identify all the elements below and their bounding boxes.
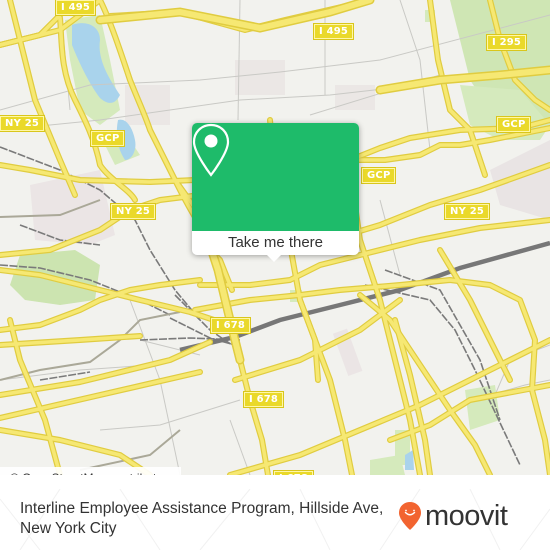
moovit-wordmark: moovit: [425, 500, 508, 532]
urban-area: [235, 60, 285, 95]
road-shield-gcp: GCP: [89, 130, 126, 147]
road-shield-gcp: GCP: [495, 116, 532, 133]
map-canvas[interactable]: I 495 I 495 I 295 NY 25 GCP GCP GCP NY 2…: [0, 0, 550, 475]
road-label: GCP: [367, 170, 391, 181]
road-label: NY 25: [116, 206, 151, 217]
road-label: I 495: [61, 2, 91, 13]
park: [465, 385, 500, 430]
road-label: I 295: [492, 37, 522, 48]
road-shield-ny25: NY 25: [109, 203, 157, 220]
moovit-pin-icon: [399, 502, 421, 530]
road-label: NY 25: [450, 206, 485, 217]
road-label: I 678: [279, 473, 308, 475]
urban-area: [490, 140, 550, 220]
location-popup: Take me there: [192, 123, 359, 262]
road-shield-i678: I 678: [209, 317, 252, 334]
road-shield-i295: I 295: [485, 34, 528, 51]
road-label: I 678: [249, 394, 279, 405]
road-shield-ny25: NY 25: [443, 203, 491, 220]
location-pin-icon: [192, 123, 230, 177]
place-name: Interline Employee Assistance Program, H…: [20, 500, 384, 537]
urban-area: [335, 85, 375, 110]
road-shield-i495: I 495: [54, 0, 97, 16]
take-me-there-button[interactable]: Take me there: [192, 231, 359, 255]
road-label: NY 25: [5, 118, 40, 129]
road-label: I 495: [319, 26, 349, 37]
footer-bar: Interline Employee Assistance Program, H…: [0, 489, 550, 550]
popup-header: [192, 123, 359, 231]
moovit-logo[interactable]: moovit: [398, 500, 508, 532]
road-shield-ny25: NY 25: [0, 115, 46, 132]
road-shield-i678: I 678: [242, 391, 285, 408]
road-shield-i495: I 495: [312, 23, 355, 40]
road-shield-i678: I 678: [272, 470, 315, 475]
popup-pointer: [265, 253, 283, 262]
map-attribution[interactable]: © OpenStreetMap contributors: [0, 467, 181, 475]
road-label: I 678: [216, 320, 246, 331]
park: [370, 455, 405, 475]
road-label: GCP: [96, 133, 120, 144]
road-shield-gcp: GCP: [360, 167, 397, 184]
road-label: GCP: [502, 119, 526, 130]
